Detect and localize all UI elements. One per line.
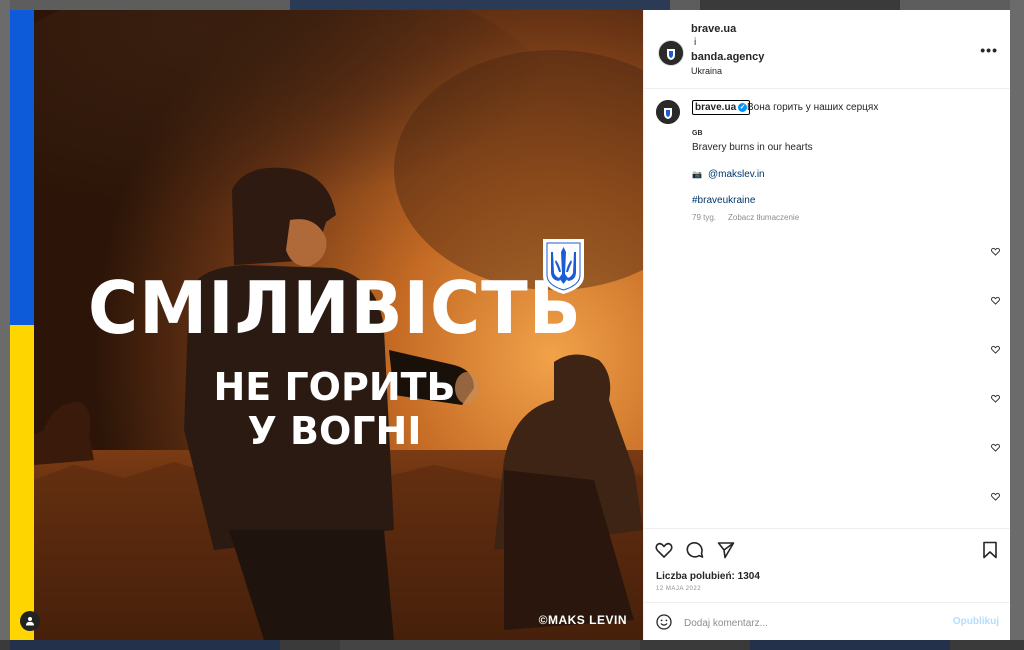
photo-credit: ©MAKS LEVIN [538, 613, 627, 627]
more-icon[interactable]: ••• [980, 42, 998, 58]
image-subline-1: НЕ ГОРИТЬ [213, 365, 456, 409]
post-date: 12 MAJA 2022 [656, 586, 702, 592]
caption-hashtag[interactable]: #braveukraine [692, 195, 755, 206]
background-page-bottom [0, 640, 1024, 650]
comment-bar: Opublikuj [644, 602, 1010, 641]
image-subline-2: У ВОГНІ [247, 409, 422, 453]
post-location[interactable]: Ukraina [691, 64, 764, 78]
author-avatar[interactable] [658, 40, 684, 66]
background-page-top-2 [700, 0, 900, 10]
caption-text: Вона горить у наших серцях [747, 102, 879, 113]
camera-icon: 📷 [692, 170, 702, 179]
heart-icon[interactable] [991, 443, 1000, 452]
heart-icon[interactable] [991, 296, 1000, 305]
user-tag-icon [26, 617, 34, 626]
comment-icon[interactable] [686, 541, 704, 559]
author-username[interactable]: brave.ua [691, 22, 764, 36]
heart-icon[interactable] [991, 394, 1000, 403]
coauthor-separator: i [694, 37, 697, 48]
image-headline: СМІЛИВІСТЬ [88, 266, 582, 350]
user-tag-button[interactable] [20, 611, 40, 631]
caption-lang-tag: GB [692, 130, 703, 137]
caption-mention[interactable]: @makslev.in [708, 169, 765, 180]
translate-link[interactable]: Zobacz tłumaczenie [728, 213, 799, 222]
emoji-icon[interactable] [656, 614, 672, 630]
post-header: brave.ua i banda.agency Ukraina ••• [644, 10, 1010, 89]
coauthor-username[interactable]: banda.agency [691, 50, 764, 64]
heart-icon[interactable] [991, 345, 1000, 354]
post-modal: СМІЛИВІСТЬ НЕ ГОРИТЬ У ВОГНІ ©MAKS LEVIN [10, 10, 1010, 640]
caption-username-link[interactable]: brave.ua ✓ [692, 100, 751, 115]
caption-age: 79 tyg. [692, 213, 717, 222]
bookmark-icon[interactable] [982, 541, 998, 559]
verified-icon: ✓ [738, 103, 748, 112]
action-icons [655, 541, 735, 559]
caption-english-line: Bravery burns in our hearts [692, 142, 813, 153]
caption-mention-row: 📷 @makslev.in [692, 169, 765, 180]
share-icon[interactable] [717, 541, 735, 559]
heart-icon[interactable] [991, 492, 1000, 501]
background-page-right [1010, 0, 1024, 650]
author-block: brave.ua i banda.agency Ukraina [691, 22, 764, 78]
ukraine-flag-stripe [10, 10, 34, 640]
caption-username: brave.ua [695, 102, 737, 113]
caption-meta: 79 tyg. Zobacz tłumaczenie [692, 213, 799, 222]
post-side-panel: brave.ua i banda.agency Ukraina ••• brav… [643, 10, 1010, 640]
caption-avatar[interactable] [656, 100, 680, 124]
background-page-top [290, 0, 670, 10]
comment-input[interactable] [682, 612, 936, 634]
like-heart-icon[interactable] [655, 541, 673, 559]
post-image: СМІЛИВІСТЬ НЕ ГОРИТЬ У ВОГНІ ©MAKS LEVIN [10, 10, 643, 640]
publish-button[interactable]: Opublikuj [953, 616, 999, 627]
trident-icon [543, 239, 584, 294]
heart-icon[interactable] [991, 247, 1000, 256]
background-page-left [0, 0, 10, 650]
likes-count[interactable]: Liczba polubień: 1304 [656, 571, 760, 582]
